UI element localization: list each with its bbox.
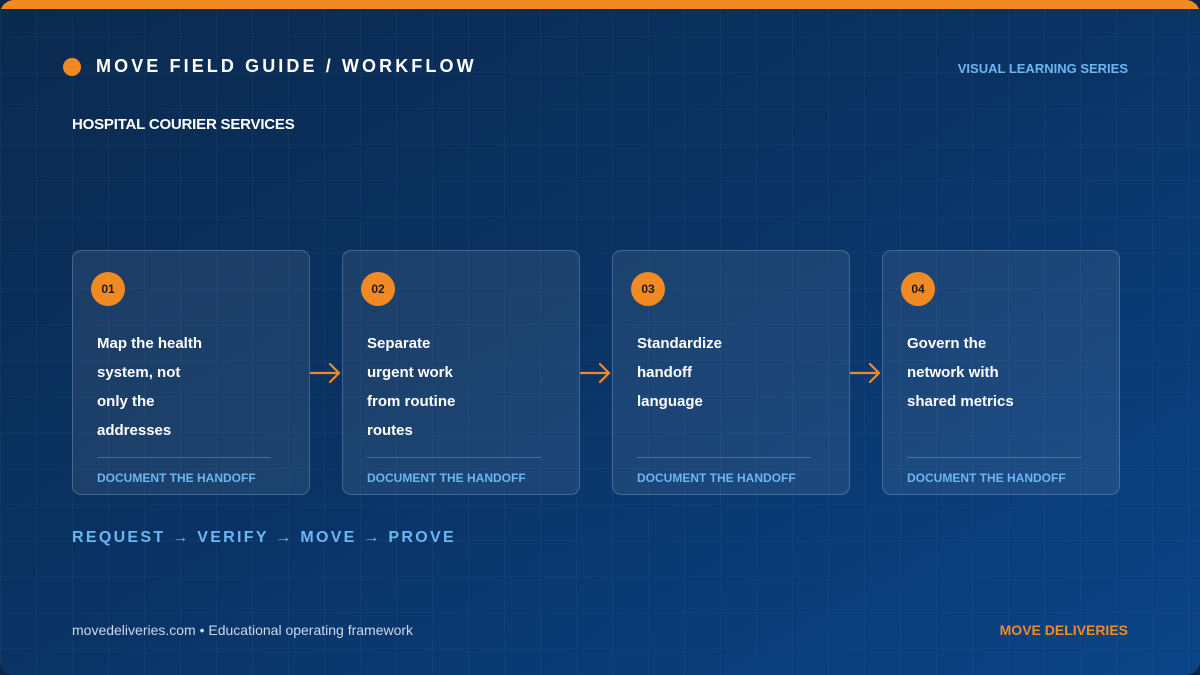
step-card-4: 04 Govern the network with shared metric… [882,250,1120,495]
step-text-line: language [637,393,703,410]
arrow-right-icon [850,362,881,384]
step-card-3: 03 Standardize handoff language DOCUMENT… [612,250,850,495]
step-text-line: system, not [97,364,181,381]
step-text-line: Standardize [637,335,723,352]
step-text-line: Map the health [97,335,203,352]
step-text-line: addresses [97,422,172,439]
step-description: Map the health system, not only the addr… [97,329,277,445]
orange-dot-icon [63,58,81,76]
series-label: VISUAL LEARNING SERIES [957,61,1128,76]
workflow-sequence: REQUEST → VERIFY → MOVE → PROVE [72,529,456,546]
step-number-badge: 04 [901,272,935,306]
step-text-line: network with [907,364,999,381]
footer-website: movedeliveries.com • Educational operati… [72,622,414,638]
step-footer-label: DOCUMENT THE HANDOFF [907,471,1066,485]
step-text-line: from routine [367,393,456,410]
step-number-badge: 03 [631,272,665,306]
step-number-badge: 02 [361,272,395,306]
step-card-1: 01 Map the health system, not only the a… [72,250,310,495]
step-text-line: handoff [637,364,692,381]
step-card-2: 02 Separate urgent work from routine rou… [342,250,580,495]
step-text-line: only the [97,393,155,410]
card-divider [367,457,541,458]
step-footer-label: DOCUMENT THE HANDOFF [367,471,526,485]
arrow-right-icon [580,362,611,384]
step-description: Standardize handoff language [637,329,817,416]
step-text-line: routes [367,422,413,439]
step-description: Govern the network with shared metrics [907,329,1087,416]
card-divider [637,457,811,458]
page-subtitle: HOSPITAL COURIER SERVICES [72,116,295,133]
workflow-slide: MOVE FIELD GUIDE / WORKFLOW VISUAL LEARN… [0,0,1200,675]
arrow-right-icon [310,362,341,384]
step-footer-label: DOCUMENT THE HANDOFF [97,471,256,485]
step-text-line: shared metrics [907,393,1014,410]
step-description: Separate urgent work from routine routes [367,329,547,445]
step-footer-label: DOCUMENT THE HANDOFF [637,471,796,485]
step-text-line: Separate [367,335,431,352]
card-divider [907,457,1081,458]
step-number-badge: 01 [91,272,125,306]
page-title: MOVE FIELD GUIDE / WORKFLOW [96,56,477,76]
step-text-line: urgent work [367,364,453,381]
top-accent-bar [0,0,1200,9]
card-divider [97,457,271,458]
footer-brand: MOVE DELIVERIES [999,622,1128,638]
step-text-line: Govern the [907,335,987,352]
